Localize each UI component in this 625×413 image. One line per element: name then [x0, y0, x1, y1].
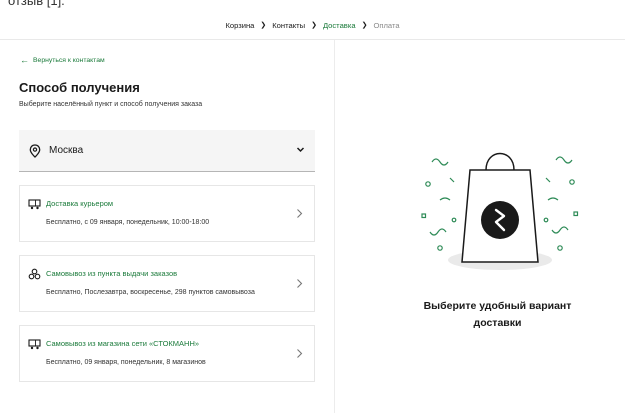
- breadcrumb-step-cart[interactable]: Корзина: [225, 21, 254, 30]
- option-label: Доставка курьером: [46, 199, 114, 208]
- option-description: Бесплатно, с 09 января, понедельник, 10:…: [46, 219, 210, 226]
- top-partial-text: отзыв [1].: [0, 0, 625, 12]
- page-title: Способ получения: [19, 80, 140, 95]
- city-select[interactable]: Москва: [19, 130, 315, 172]
- page-subtitle: Выберите населённый пункт и способ получ…: [19, 101, 203, 108]
- option-label: Самовывоз из пункта выдачи заказов: [46, 269, 178, 278]
- chevron-right-icon: ❯: [361, 22, 368, 29]
- chevron-right-icon: [297, 279, 303, 288]
- option-description: Бесплатно, Послезавтра, воскресенье, 298…: [46, 289, 255, 296]
- checkout-breadcrumb: Корзина ❯ Контакты ❯ Доставка ❯ Оплата: [0, 18, 625, 32]
- column-divider: [334, 40, 335, 413]
- chevron-right-icon: [297, 349, 303, 358]
- city-value: Москва: [49, 145, 84, 156]
- back-link-label: Вернуться к контактам: [33, 57, 105, 64]
- chevron-right-icon: ❯: [311, 22, 317, 29]
- breadcrumb-step-contacts[interactable]: Контакты: [272, 21, 305, 30]
- delivery-option-courier[interactable]: Доставка курьером Бесплатно, с 09 января…: [19, 185, 315, 242]
- delivery-option-store-pickup[interactable]: Самовывоз из магазина сети «СТОКМАНН» Бе…: [19, 325, 315, 382]
- shopping-bag-illustration: [421, 152, 579, 270]
- top-partial-text-label: отзыв [1].: [8, 0, 65, 8]
- arrow-left-icon: ←: [20, 55, 29, 65]
- header-divider: [0, 39, 625, 40]
- back-to-contacts-link[interactable]: ← Вернуться к контактам: [20, 56, 105, 65]
- option-label: Самовывоз из магазина сети «СТОКМАНН»: [46, 339, 200, 348]
- breadcrumb-step-delivery: Доставка: [322, 20, 356, 30]
- map-pin-icon: [29, 143, 41, 158]
- delivery-option-pickup-point[interactable]: Самовывоз из пункта выдачи заказов Беспл…: [19, 255, 315, 312]
- delivery-truck-icon: [28, 339, 41, 350]
- pickup-point-icon: [28, 268, 41, 280]
- chevron-right-icon: ❯: [260, 22, 267, 29]
- chevron-down-icon: [296, 147, 305, 153]
- option-description: Бесплатно, 09 января, понедельник, 8 маг…: [46, 359, 206, 366]
- promo-text: Выберите удобный вариант доставки: [423, 300, 572, 329]
- delivery-truck-icon: [28, 199, 41, 210]
- breadcrumb-step-payment: Оплата: [373, 20, 400, 30]
- chevron-right-icon: [297, 209, 303, 218]
